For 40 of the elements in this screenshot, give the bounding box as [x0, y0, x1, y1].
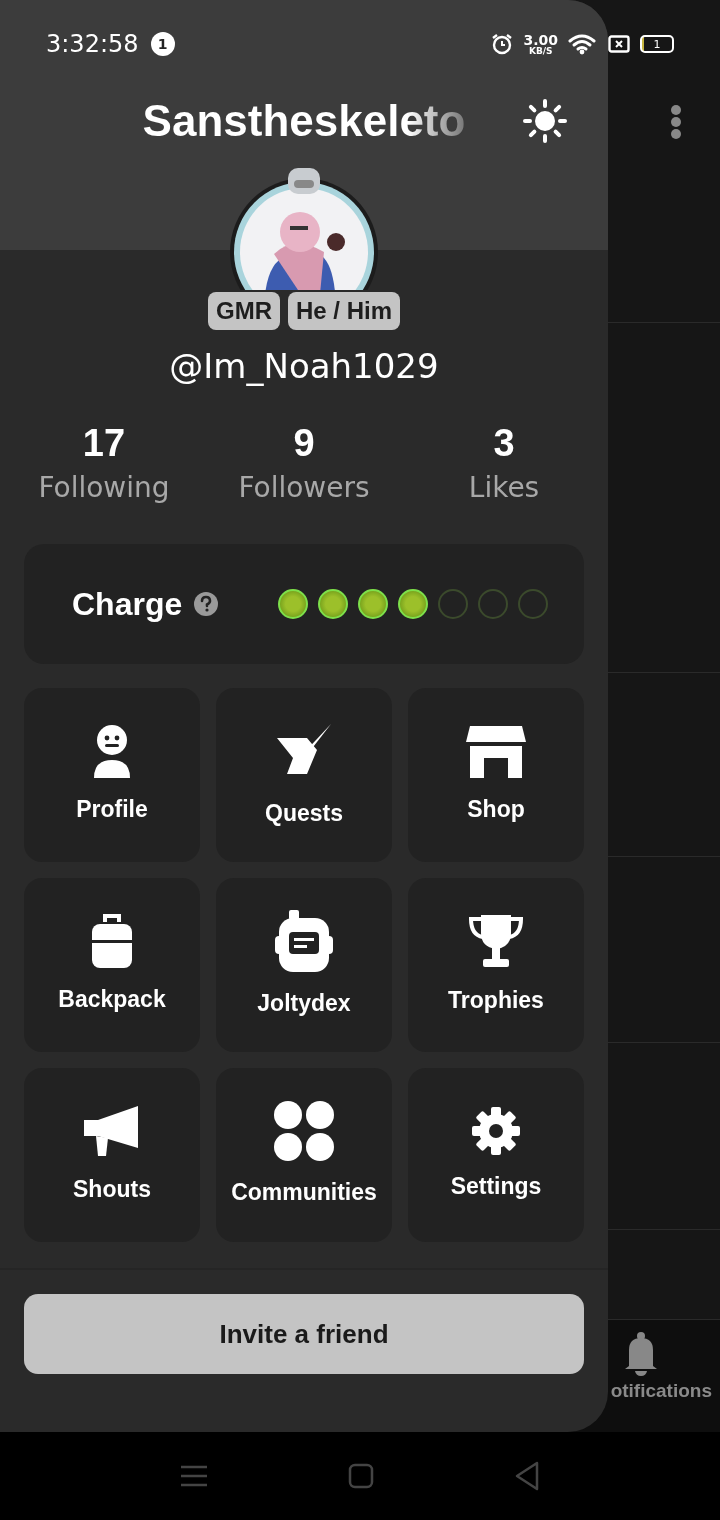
help-icon[interactable] [194, 592, 219, 616]
wifi-icon [568, 33, 598, 55]
menu-tile[interactable]: Communities [216, 1068, 392, 1242]
profile-tag: He / Him [288, 292, 400, 330]
stat-count: 9 [293, 422, 315, 465]
menu-tile[interactable]: Shouts [24, 1068, 200, 1242]
username: @Im_Noah1029 [169, 346, 439, 386]
net-speed-unit: KB/S [528, 46, 553, 56]
bell-icon[interactable] [624, 1332, 658, 1376]
trophy-icon [469, 912, 523, 969]
menu-tile[interactable]: Quests [216, 688, 392, 862]
status-time: 3:32:58 [46, 30, 139, 58]
menu-tile[interactable]: Shop [408, 688, 584, 862]
backpack-icon [91, 913, 133, 968]
stat-label[interactable]: Following [38, 471, 170, 504]
battery-level: 1 [640, 35, 674, 53]
menu-tile[interactable]: Joltydex [216, 878, 392, 1052]
menu-tile[interactable]: Profile [24, 688, 200, 862]
stat-count: 17 [82, 422, 126, 465]
net-speed: 3.00 [523, 32, 558, 47]
four-dots-icon [274, 1100, 334, 1161]
invite-button[interactable]: Invite a friend [24, 1294, 584, 1374]
robot-device-icon [275, 909, 333, 972]
menu-tile[interactable]: Backpack [24, 878, 200, 1052]
charge-label: Charge [72, 585, 183, 623]
alarm-icon [491, 33, 514, 55]
stat-label[interactable]: Followers [238, 471, 370, 504]
person-icon [92, 723, 132, 778]
nav-label[interactable]: otifications [610, 1380, 712, 1402]
stat-label[interactable]: Likes [468, 471, 540, 504]
menu-tile[interactable]: Settings [408, 1068, 584, 1242]
profile-tag: GMR [208, 292, 280, 330]
megaphone-icon [84, 1103, 140, 1158]
storefront-icon [466, 723, 526, 778]
sun-icon[interactable] [522, 98, 568, 144]
more-options-icon[interactable] [670, 104, 682, 140]
settings-icon [472, 1106, 520, 1155]
menu-tile[interactable]: Trophies [408, 878, 584, 1052]
stat-count: 3 [493, 422, 515, 465]
sim-icon [608, 35, 630, 53]
